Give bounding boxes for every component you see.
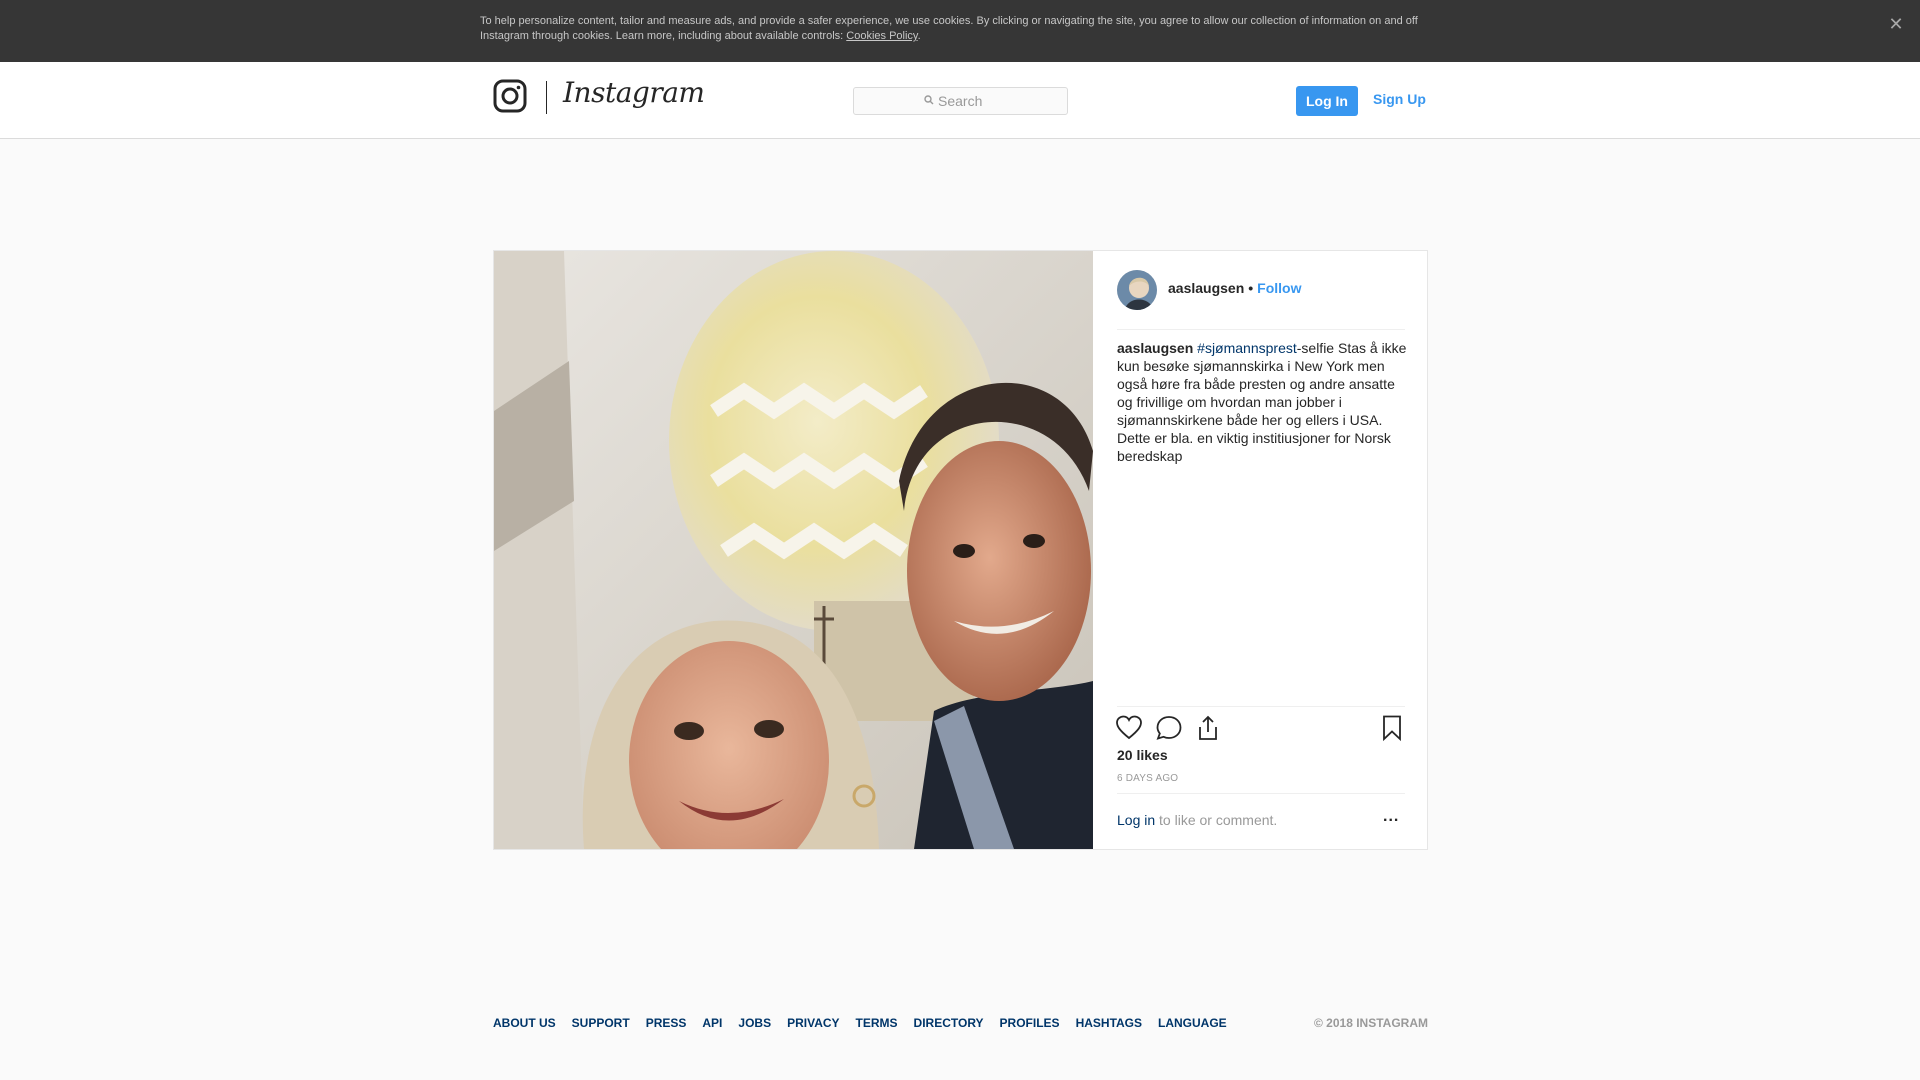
post-username[interactable]: aaslaugsen	[1168, 280, 1244, 296]
cookie-suffix: .	[917, 30, 921, 42]
comment-divider	[1117, 793, 1405, 794]
instagram-wordmark[interactable]: Instagram	[563, 76, 705, 109]
footer-link-about-us[interactable]: ABOUT US	[493, 1016, 556, 1030]
share-icon[interactable]	[1194, 714, 1222, 742]
search-icon	[924, 95, 934, 105]
selfie-image	[494, 251, 1093, 849]
footer-link-jobs[interactable]: JOBS	[738, 1016, 771, 1030]
comment-prompt-text: to like or comment.	[1155, 812, 1278, 828]
comment-prompt: Log in to like or comment.	[1117, 812, 1277, 828]
cookie-banner-text: To help personalize content, tailor and …	[480, 14, 1430, 44]
bookmark-icon[interactable]	[1378, 714, 1406, 742]
follow-button[interactable]: Follow	[1257, 280, 1301, 296]
more-options-icon[interactable]: ...	[1383, 809, 1403, 826]
cookie-banner: To help personalize content, tailor and …	[0, 0, 1920, 62]
caption-text: -selfie⁣ Stas å ikke kun besøke sjømanns…	[1117, 340, 1407, 464]
post-sidebar: aaslaugsen • Follow aaslaugsen #sjømannspr…	[1093, 251, 1427, 849]
footer-link-terms[interactable]: TERMS	[856, 1016, 898, 1030]
close-icon[interactable]: ✕	[1886, 14, 1906, 34]
post-photo[interactable]	[494, 251, 1093, 849]
post-card: aaslaugsen • Follow aaslaugsen #sjømannspr…	[493, 250, 1428, 850]
footer-link-press[interactable]: PRESS	[646, 1016, 687, 1030]
footer-link-directory[interactable]: DIRECTORY	[914, 1016, 984, 1030]
search-box[interactable]	[853, 87, 1068, 115]
footer-link-api[interactable]: API	[702, 1016, 722, 1030]
cookie-text: To help personalize content, tailor and …	[480, 15, 1418, 42]
footer-link-support[interactable]: SUPPORT	[572, 1016, 630, 1030]
instagram-camera-icon[interactable]	[493, 79, 527, 113]
post-timestamp: 6 DAYS AGO	[1117, 773, 1179, 784]
post-caption: aaslaugsen #sjømannsprest-selfie⁣ Stas å…	[1117, 339, 1407, 465]
caption-hashtag[interactable]: #sjømannsprest	[1197, 340, 1297, 356]
footer-link-profiles[interactable]: PROFILES	[1000, 1016, 1060, 1030]
caption-username[interactable]: aaslaugsen	[1117, 340, 1193, 356]
footer-links: ABOUT US SUPPORT PRESS API JOBS PRIVACY …	[493, 1016, 1243, 1030]
footer-link-language[interactable]: LANGUAGE	[1158, 1016, 1227, 1030]
comment-icon[interactable]	[1155, 714, 1183, 742]
logo-divider	[546, 81, 547, 114]
top-nav: Instagram Log In Sign Up	[0, 62, 1920, 139]
sign-up-link[interactable]: Sign Up	[1373, 91, 1426, 107]
copyright: © 2018 INSTAGRAM	[1314, 1016, 1428, 1030]
log-in-button[interactable]: Log In	[1296, 86, 1358, 116]
log-in-link[interactable]: Log in	[1117, 812, 1155, 828]
search-input[interactable]	[938, 90, 1058, 112]
header-divider	[1117, 329, 1405, 330]
header-separator: •	[1248, 280, 1254, 296]
cookies-policy-link[interactable]: Cookies Policy	[846, 30, 917, 42]
heart-icon[interactable]	[1115, 714, 1143, 742]
post-header: aaslaugsen • Follow	[1168, 280, 1302, 296]
footer-link-privacy[interactable]: PRIVACY	[787, 1016, 839, 1030]
actions-divider	[1117, 706, 1405, 707]
likes-count[interactable]: 20 likes	[1117, 747, 1168, 763]
avatar[interactable]	[1117, 270, 1157, 310]
footer-link-hashtags[interactable]: HASHTAGS	[1076, 1016, 1142, 1030]
